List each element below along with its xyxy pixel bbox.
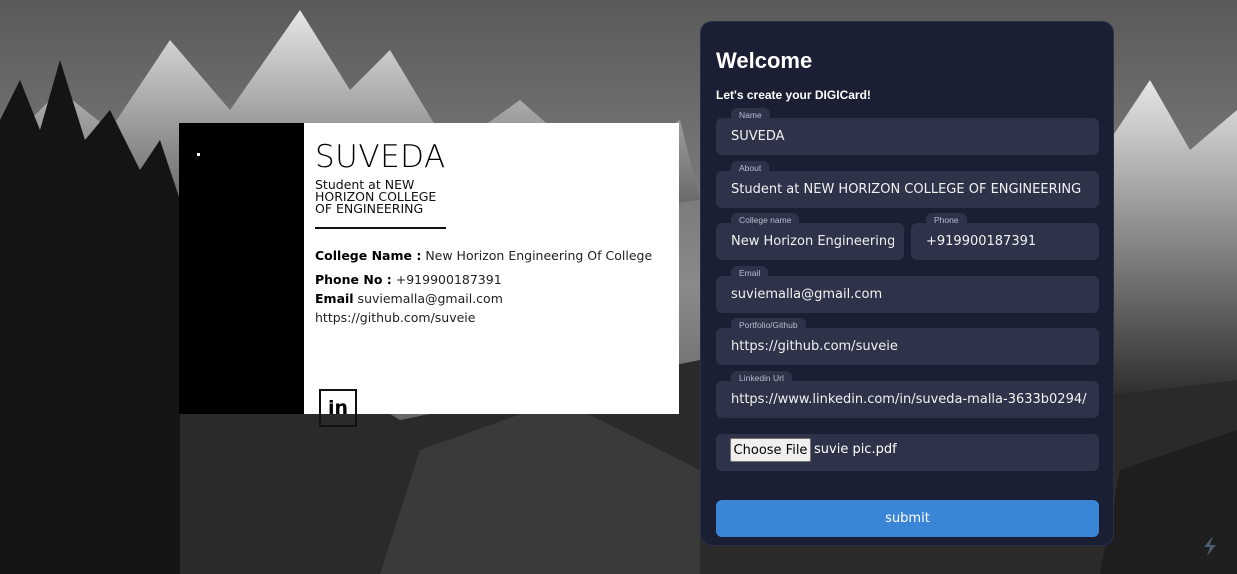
card-email-value: suviemalla@gmail.com xyxy=(353,291,503,306)
card-college-label: College Name : xyxy=(315,248,422,263)
github-label: Portfolio/Github xyxy=(731,318,806,332)
about-input[interactable]: Student at NEW HORIZON COLLEGE OF ENGINE… xyxy=(731,182,1089,197)
college-label: College name xyxy=(731,213,800,227)
create-card-form: Welcome Let's create your DIGICard! Name… xyxy=(700,21,1114,546)
card-phone-label: Phone No : xyxy=(315,272,392,287)
linkedin-input[interactable]: https://www.linkedin.com/in/suveda-malla… xyxy=(731,392,1089,407)
college-field[interactable]: College name New Horizon Engineering Of … xyxy=(716,213,904,260)
card-phone-value: +919900187391 xyxy=(391,272,502,287)
about-field[interactable]: About Student at NEW HORIZON COLLEGE OF … xyxy=(716,161,1099,208)
card-body: SUVEDA Student at NEW HORIZON COLLEGE OF… xyxy=(315,123,675,414)
card-about: Student at NEW HORIZON COLLEGE OF ENGINE… xyxy=(315,178,445,216)
name-field[interactable]: Name SUVEDA xyxy=(716,108,1099,155)
card-about-line: OF ENGINEERING xyxy=(315,201,424,216)
about-label: About xyxy=(731,161,770,175)
phone-label: Phone xyxy=(926,213,967,227)
linkedin-field[interactable]: Linkedin Url https://www.linkedin.com/in… xyxy=(716,371,1099,418)
choose-file-button[interactable]: Choose File xyxy=(730,438,811,462)
card-divider xyxy=(315,227,446,229)
github-input[interactable]: https://github.com/suveie xyxy=(731,339,1089,354)
file-upload: Choose File suvie pic.pdf xyxy=(716,434,1099,471)
linkedin-icon-text: in xyxy=(327,397,349,419)
photo-placeholder-dot xyxy=(197,153,200,156)
linkedin-icon[interactable]: in xyxy=(319,389,357,427)
digicard-preview: SUVEDA Student at NEW HORIZON COLLEGE OF… xyxy=(179,123,679,414)
card-email-row: Email suviemalla@gmail.com xyxy=(315,291,503,306)
name-label: Name xyxy=(731,108,770,122)
submit-button[interactable]: submit xyxy=(716,500,1099,537)
email-field[interactable]: Email suviemalla@gmail.com xyxy=(716,266,1099,313)
phone-input[interactable]: +919900187391 xyxy=(926,234,1089,249)
profile-photo xyxy=(179,123,304,414)
selected-file-name: suvie pic.pdf xyxy=(814,442,897,457)
card-github-link[interactable]: https://github.com/suveie xyxy=(315,310,475,325)
card-name: SUVEDA xyxy=(315,139,446,175)
name-input[interactable]: SUVEDA xyxy=(731,129,1089,144)
form-subtitle: Let's create your DIGICard! xyxy=(716,88,871,102)
form-title: Welcome xyxy=(716,48,813,73)
college-input[interactable]: New Horizon Engineering Of College xyxy=(731,234,894,249)
card-email-label: Email xyxy=(315,291,354,306)
email-label: Email xyxy=(731,266,769,280)
brand-logo-icon xyxy=(1204,536,1216,556)
card-college-row: College Name : New Horizon Engineering O… xyxy=(315,248,652,263)
github-field[interactable]: Portfolio/Github https://github.com/suve… xyxy=(716,318,1099,365)
linkedin-label: Linkedin Url xyxy=(731,371,792,385)
card-college-value: New Horizon Engineering Of College xyxy=(421,248,653,263)
card-phone-row: Phone No : +919900187391 xyxy=(315,272,502,287)
phone-field[interactable]: Phone +919900187391 xyxy=(911,213,1099,260)
email-input[interactable]: suviemalla@gmail.com xyxy=(731,287,1089,302)
